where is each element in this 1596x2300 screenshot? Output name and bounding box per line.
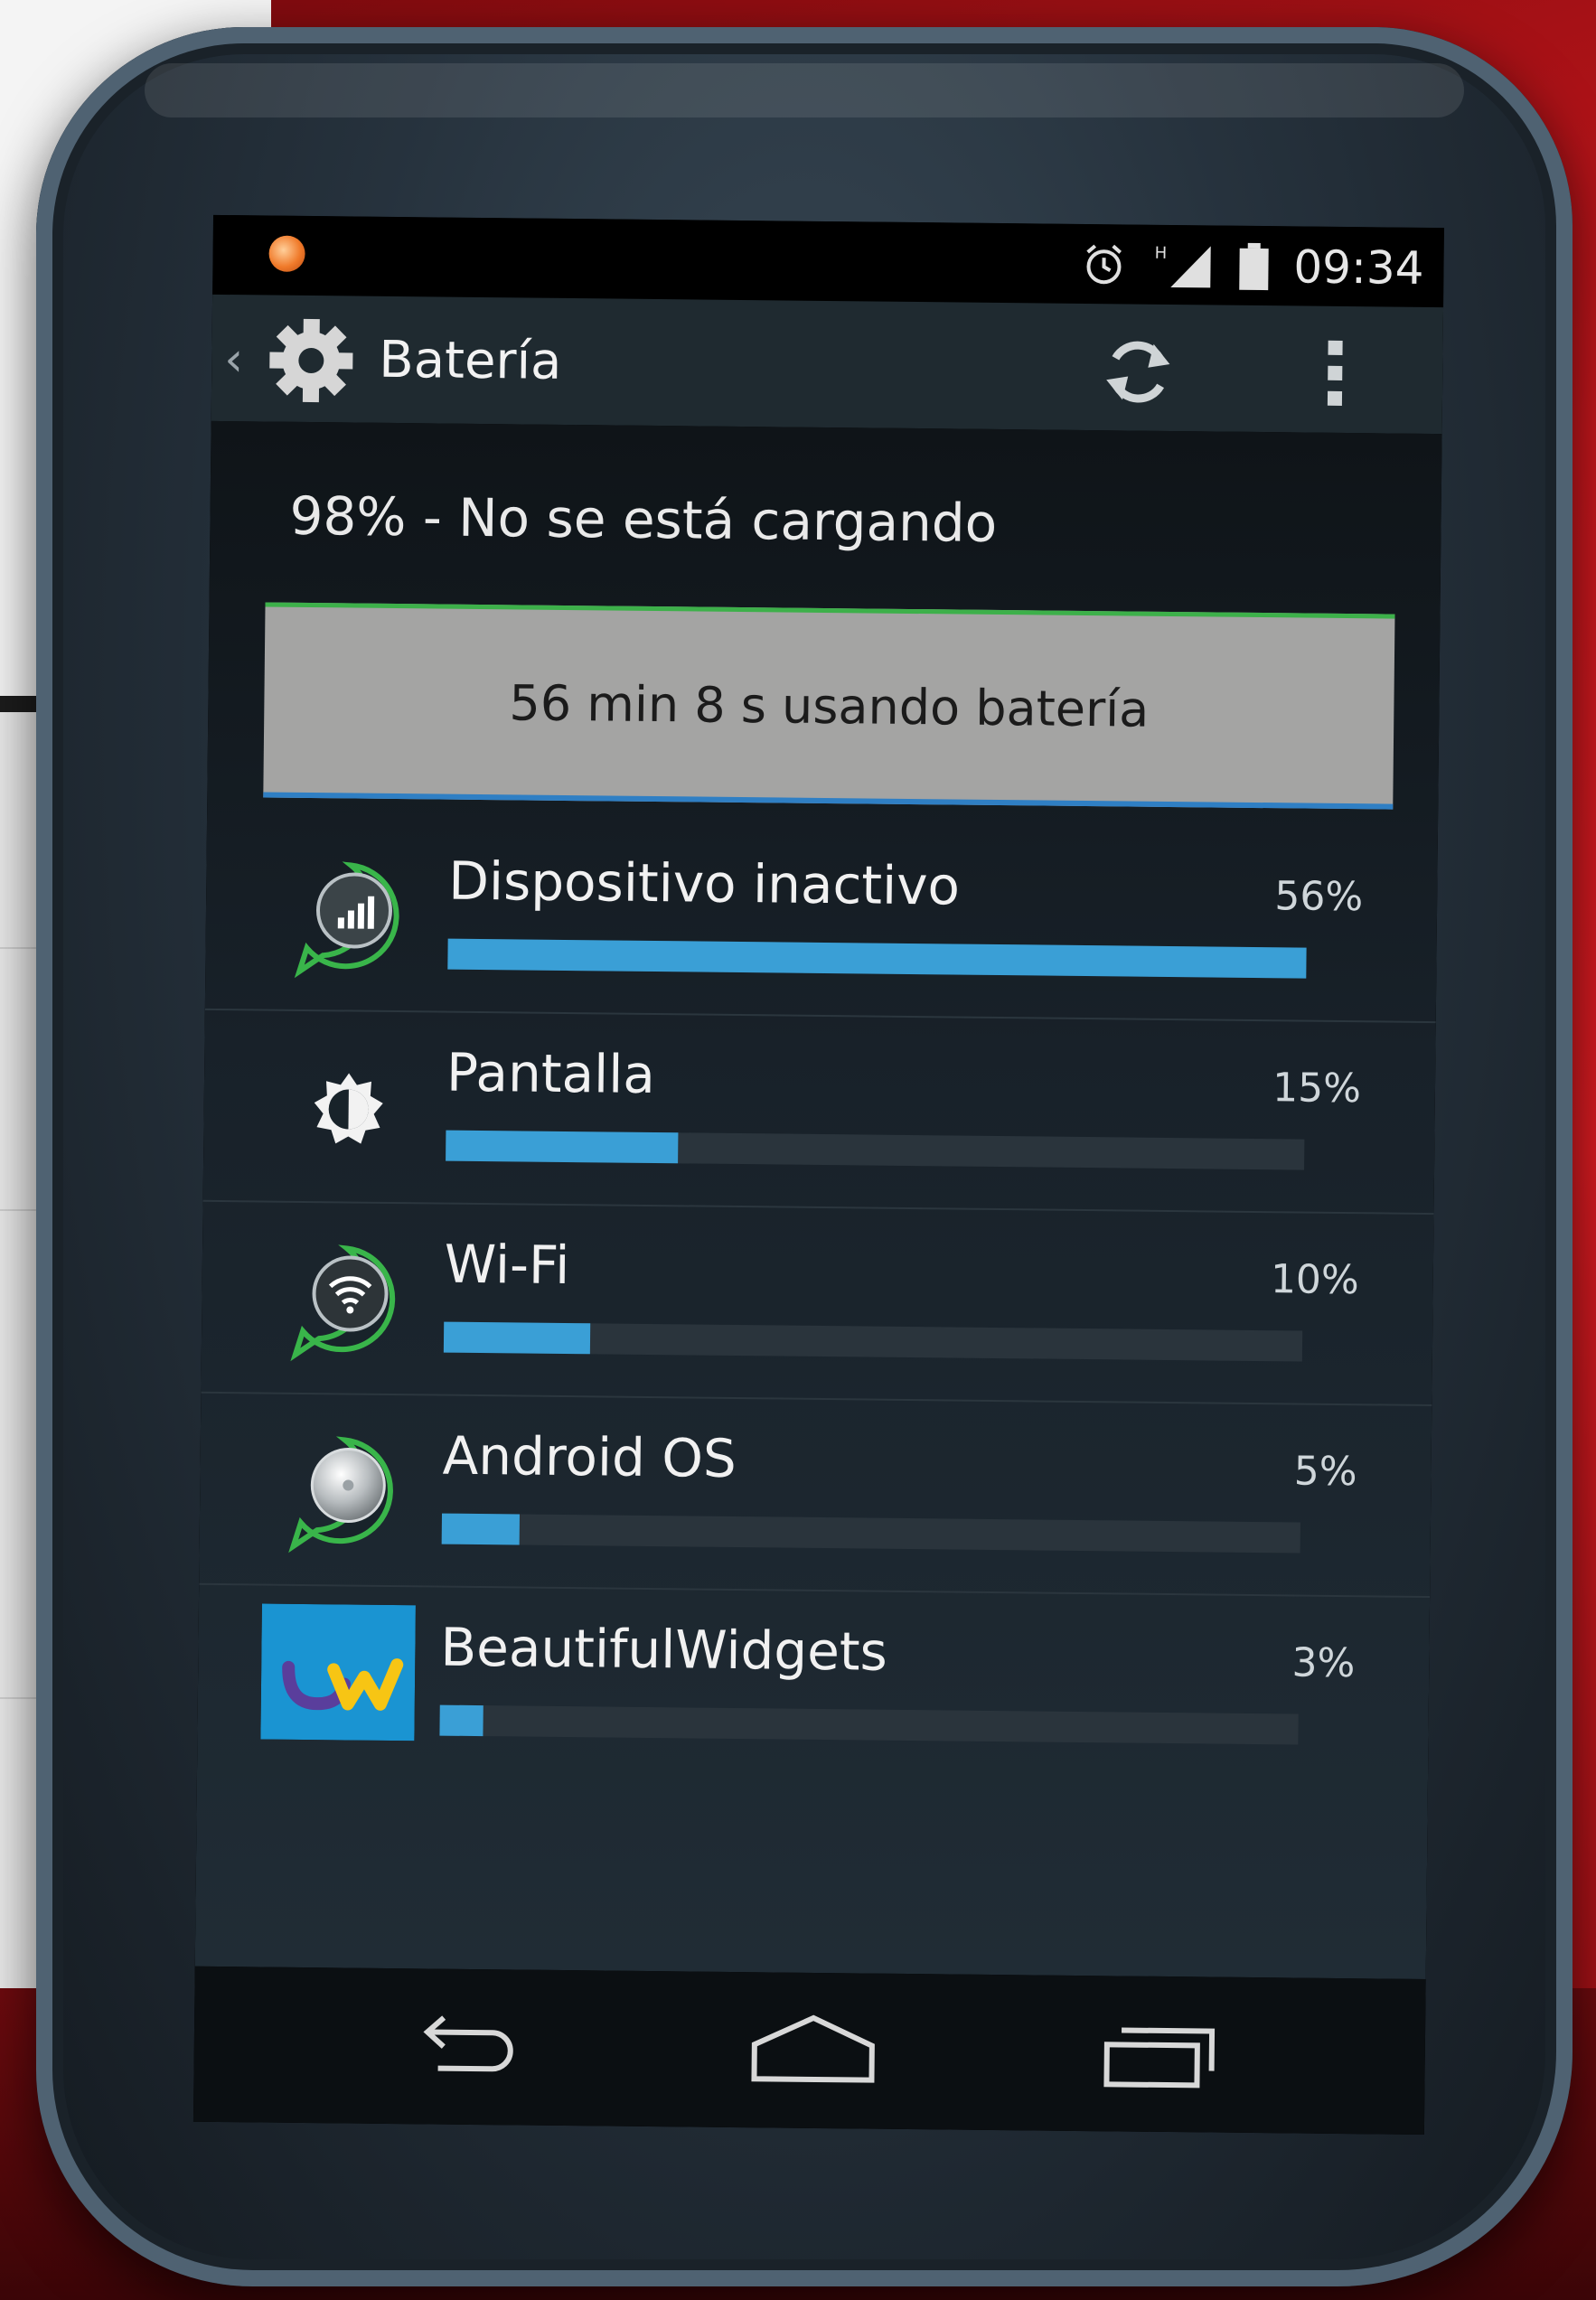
refresh-icon[interactable] bbox=[1097, 331, 1179, 413]
usage-list-item[interactable]: Dispositivo inactivo 56% bbox=[204, 818, 1438, 1024]
brightness-icon bbox=[314, 1073, 383, 1144]
usage-bar-fill bbox=[439, 1704, 483, 1737]
back-chevron-icon[interactable]: ‹ bbox=[224, 333, 243, 387]
back-icon[interactable] bbox=[401, 2004, 529, 2087]
usage-bar-fill bbox=[447, 938, 1307, 979]
alarm-icon bbox=[1086, 244, 1122, 285]
wifi-icon bbox=[290, 1244, 396, 1362]
status-icons: H 09:34 bbox=[1080, 233, 1424, 300]
usage-bar-fill bbox=[446, 1130, 678, 1164]
usage-list-item[interactable]: Pantalla 15% bbox=[202, 1009, 1436, 1216]
network-type-label: H bbox=[1154, 244, 1167, 263]
battery-usage-graph[interactable]: 56 min 8 s usando batería bbox=[263, 602, 1395, 810]
usage-item-percent: 3% bbox=[1291, 1639, 1356, 1687]
device-screen: H 09:34 ‹ Batería 98% - No se está carga… bbox=[192, 214, 1444, 2136]
usage-item-percent: 10% bbox=[1270, 1256, 1360, 1304]
notification-icon bbox=[268, 235, 305, 272]
usage-item-percent: 56% bbox=[1274, 873, 1364, 921]
home-icon[interactable] bbox=[745, 2008, 881, 2091]
usage-bar-track bbox=[443, 1321, 1303, 1362]
battery-content: 98% - No se está cargando 56 min 8 s usa… bbox=[194, 420, 1442, 1980]
usage-item-label: Pantalla bbox=[446, 1041, 656, 1106]
usage-bar-track bbox=[439, 1704, 1299, 1745]
usage-list-item[interactable]: Android OS 5% bbox=[199, 1393, 1432, 1599]
usage-item-label: Android OS bbox=[442, 1424, 737, 1490]
usage-list-item[interactable]: BeautifulWidgets 3% bbox=[197, 1585, 1430, 1788]
cell-standby-icon bbox=[294, 861, 399, 979]
navigation-bar bbox=[192, 1966, 1426, 2136]
beautifulwidgets-app-icon bbox=[260, 1603, 416, 1741]
device-bezel-highlight bbox=[145, 63, 1464, 117]
recent-apps-icon[interactable] bbox=[1097, 2012, 1225, 2094]
usage-bar-fill bbox=[441, 1513, 520, 1545]
battery-status-text: 98% - No se está cargando bbox=[289, 484, 998, 554]
usage-item-label: Dispositivo inactivo bbox=[447, 850, 961, 917]
page-title: Batería bbox=[379, 330, 562, 391]
settings-gear-icon[interactable] bbox=[257, 314, 364, 406]
usage-item-label: BeautifulWidgets bbox=[440, 1616, 888, 1683]
usage-list-item[interactable]: Wi-Fi 10% bbox=[201, 1201, 1434, 1407]
clock: 09:34 bbox=[1293, 240, 1424, 295]
usage-bar-track bbox=[441, 1513, 1300, 1554]
android-os-icon bbox=[288, 1436, 393, 1554]
signal-icon: H bbox=[1154, 244, 1211, 288]
usage-item-percent: 15% bbox=[1272, 1065, 1362, 1112]
action-bar: ‹ Batería bbox=[211, 294, 1444, 435]
usage-summary-text: 56 min 8 s usando batería bbox=[509, 674, 1150, 738]
usage-bar-track bbox=[447, 938, 1307, 979]
usage-bar-track bbox=[446, 1130, 1305, 1170]
usage-bar-fill bbox=[443, 1321, 590, 1355]
usage-item-percent: 5% bbox=[1293, 1448, 1357, 1496]
battery-icon bbox=[1239, 242, 1269, 291]
usage-item-label: Wi-Fi bbox=[444, 1233, 570, 1297]
overflow-menu-icon[interactable] bbox=[1321, 337, 1349, 409]
status-bar: H 09:34 bbox=[212, 214, 1444, 308]
tablet-device: H 09:34 ‹ Batería 98% - No se está carga… bbox=[36, 27, 1573, 2286]
